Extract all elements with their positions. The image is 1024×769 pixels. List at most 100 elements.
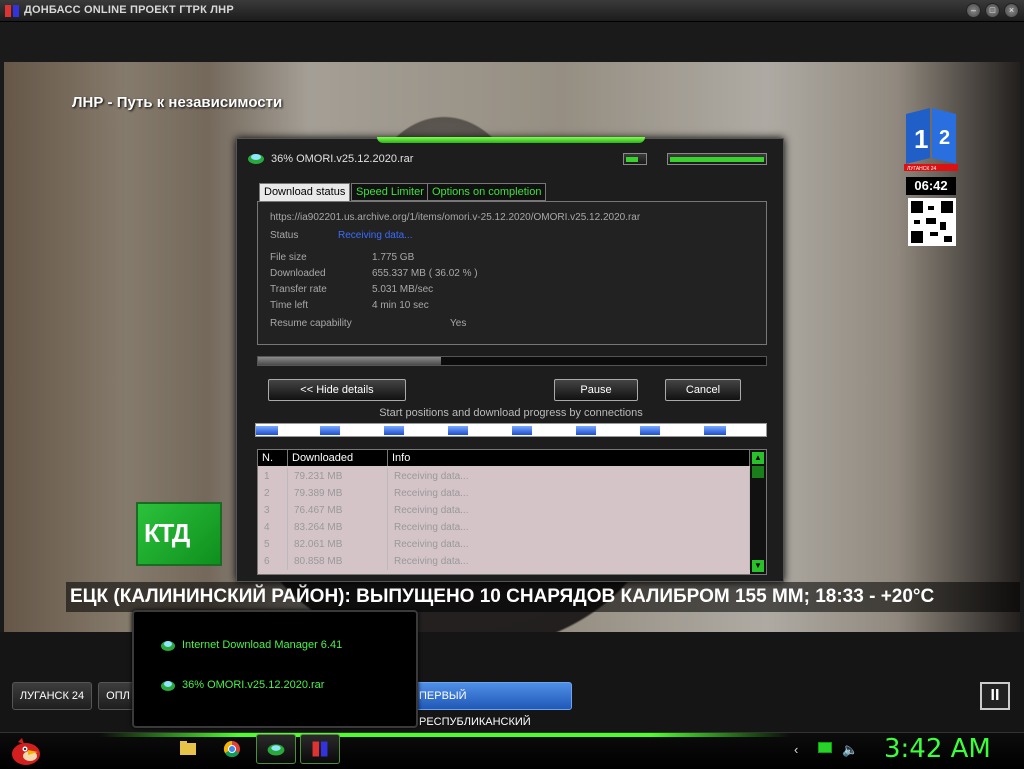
column-header-downloaded[interactable]: Downloaded — [288, 450, 388, 466]
cell-info: Receiving data... — [388, 519, 750, 536]
title-bar: ДОНБАСС ONLINE ПРОЕКТ ГТРК ЛНР – □ × — [0, 0, 1024, 22]
channel-button-lugansk24[interactable]: ЛУГАНСК 24 — [12, 682, 92, 710]
connection-segment — [320, 426, 340, 435]
qr-code — [908, 198, 956, 246]
cell-n: 3 — [258, 502, 288, 519]
status-label: Status — [270, 230, 299, 241]
tab-options-on-completion[interactable]: Options on completion — [427, 183, 547, 201]
popup-item-idm[interactable]: Internet Download Manager 6.41 — [160, 636, 342, 654]
system-clock[interactable]: 3:42 AM — [884, 734, 991, 764]
table-row[interactable]: 2 79.389 MB Receiving data... — [258, 485, 750, 502]
connections-label: Start positions and download progress by… — [379, 407, 643, 419]
status-value: Receiving data... — [338, 230, 413, 241]
cell-downloaded: 79.389 MB — [288, 485, 388, 502]
channel-button-perviy-respublikanskiy[interactable]: ПЕРВЫЙ РЕСПУБЛИКАНСКИЙ — [412, 682, 572, 728]
scroll-thumb[interactable] — [752, 466, 764, 478]
video-clock: 06:42 — [906, 177, 956, 195]
file-size-label: File size — [270, 252, 307, 263]
cell-info: Receiving data... — [388, 502, 750, 519]
chrome-icon — [223, 740, 240, 758]
dialog-title: 36% OMORI.v25.12.2020.rar — [271, 153, 414, 165]
cell-downloaded: 76.467 MB — [288, 502, 388, 519]
popup-item-download[interactable]: 36% OMORI.v25.12.2020.rar — [160, 676, 324, 694]
volume-icon[interactable]: 🔈 — [842, 742, 858, 758]
taskbar-popup: Internet Download Manager 6.41 36% OMORI… — [132, 610, 418, 728]
taskbar — [0, 732, 1024, 768]
taskbar-idm[interactable] — [256, 734, 296, 764]
app-icon — [5, 5, 19, 17]
download-progress-bar — [257, 356, 767, 366]
resume-capability-label: Resume capability — [270, 318, 352, 329]
cancel-button[interactable]: Cancel — [665, 379, 741, 401]
table-row[interactable]: 3 76.467 MB Receiving data... — [258, 502, 750, 519]
download-progress-fill — [258, 357, 441, 365]
connection-segment — [448, 426, 468, 435]
tray-expand-icon[interactable]: ‹ — [794, 742, 798, 757]
connection-segment — [704, 426, 726, 435]
resume-capability-value: Yes — [450, 318, 467, 329]
downloaded-value: 655.337 MB ( 36.02 % ) — [372, 268, 478, 279]
player-pause-button[interactable]: II — [980, 682, 1010, 710]
transfer-rate-label: Transfer rate — [270, 284, 327, 295]
scroll-down-icon[interactable]: ▼ — [752, 560, 764, 572]
scroll-up-icon[interactable]: ▲ — [752, 452, 764, 464]
channel-logo-text: ЛУГАНСК 24 — [907, 166, 936, 172]
start-button-angry-bird-icon[interactable] — [8, 736, 44, 766]
window-title: ДОНБАСС ONLINE ПРОЕКТ ГТРК ЛНР — [24, 4, 234, 16]
minimize-button[interactable]: – — [966, 3, 981, 18]
maximize-button[interactable]: □ — [985, 3, 1000, 18]
pause-button[interactable]: Pause — [554, 379, 638, 401]
idm-icon — [248, 154, 264, 164]
time-left-label: Time left — [270, 300, 308, 311]
file-size-value: 1.775 GB — [372, 252, 415, 263]
table-row[interactable]: 1 79.231 MB Receiving data... — [258, 468, 750, 485]
status-panel: https://ia902201.us.archive.org/1/items/… — [257, 201, 767, 345]
hide-details-button[interactable]: << Hide details — [268, 379, 406, 401]
column-header-n[interactable]: N. — [258, 450, 288, 466]
cell-downloaded: 79.231 MB — [288, 468, 388, 485]
tab-download-status[interactable]: Download status — [259, 183, 351, 203]
time-left-value: 4 min 10 sec — [372, 300, 429, 311]
video-channel-title: ЛНР - Путь к независимости — [72, 94, 283, 111]
idm-icon — [161, 681, 175, 691]
connections-table: N. Downloaded Info 1 79.231 MB Receiving d… — [257, 449, 767, 575]
taskbar-tv-app[interactable] — [300, 734, 340, 764]
svg-text:2: 2 — [939, 127, 950, 149]
cell-n: 1 — [258, 468, 288, 485]
cell-downloaded: 80.858 MB — [288, 553, 388, 570]
column-header-info[interactable]: Info — [388, 450, 750, 466]
table-scrollbar[interactable]: ▲ ▼ — [750, 450, 766, 574]
cell-info: Receiving data... — [388, 485, 750, 502]
folder-icon — [180, 741, 196, 755]
news-ticker: ЕЦК (КАЛИНИНСКИЙ РАЙОН): ВЫПУЩЕНО 10 СНА… — [66, 582, 1020, 612]
dialog-minimize-button[interactable] — [623, 153, 647, 165]
cell-n: 5 — [258, 536, 288, 553]
channel-logo: 1 2 ЛУГАНСК 24 — [904, 108, 958, 172]
download-dialog: 36% OMORI.v25.12.2020.rar Download statu… — [236, 137, 784, 582]
table-row[interactable]: 6 80.858 MB Receiving data... — [258, 553, 750, 570]
close-button[interactable]: × — [1004, 3, 1019, 18]
connection-segment — [384, 426, 404, 435]
dialog-window-controls[interactable] — [667, 153, 767, 165]
cell-downloaded: 82.061 MB — [288, 536, 388, 553]
connection-segment — [576, 426, 596, 435]
idm-icon — [267, 744, 285, 756]
connection-segment — [640, 426, 660, 435]
download-url: https://ia902201.us.archive.org/1/items/… — [270, 212, 641, 223]
dialog-accent — [377, 137, 645, 143]
connections-progress-bar — [255, 423, 767, 437]
cell-info: Receiving data... — [388, 468, 750, 485]
table-row[interactable]: 5 82.061 MB Receiving data... — [258, 536, 750, 553]
cell-n: 4 — [258, 519, 288, 536]
taskbar-chrome[interactable] — [212, 734, 252, 764]
transfer-rate-value: 5.031 MB/sec — [372, 284, 434, 295]
connection-segment — [256, 426, 278, 435]
taskbar-explorer[interactable] — [168, 734, 208, 764]
cell-downloaded: 83.264 MB — [288, 519, 388, 536]
table-row[interactable]: 4 83.264 MB Receiving data... — [258, 519, 750, 536]
table-header: N. Downloaded Info — [258, 450, 750, 466]
cell-info: Receiving data... — [388, 536, 750, 553]
network-icon[interactable] — [818, 742, 832, 753]
channel-logo-digit: 1 — [914, 124, 928, 154]
tab-speed-limiter[interactable]: Speed Limiter — [351, 183, 429, 201]
